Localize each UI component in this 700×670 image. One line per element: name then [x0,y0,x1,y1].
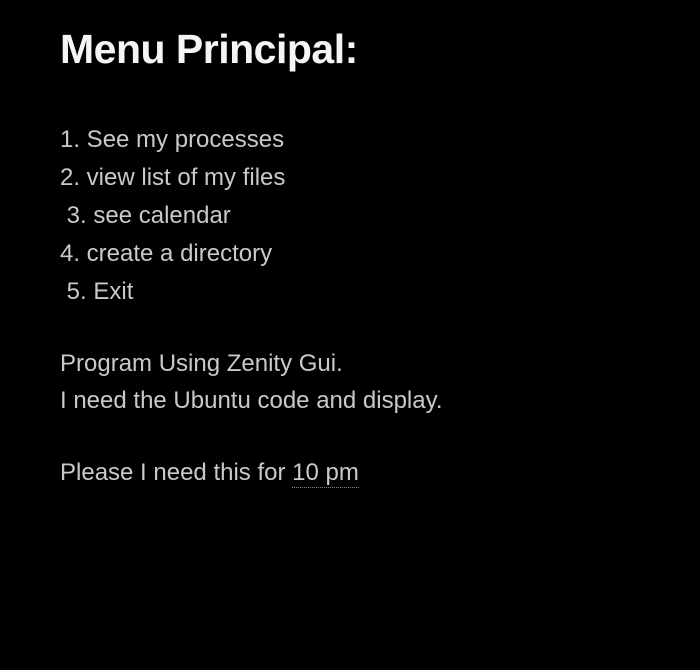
deadline-prefix: Please I need this for [60,459,292,486]
menu-item-1: 1. See my processes [60,121,640,159]
description-line-1: Program Using Zenity Gui. [60,345,640,383]
deadline-line: Please I need this for 10 pm [60,454,640,492]
menu-item-3: 3. see calendar [60,197,640,235]
menu-item-5: 5. Exit [60,273,640,311]
description-line-2: I need the Ubuntu code and display. [60,382,640,420]
deadline-time: 10 pm [292,459,359,488]
page-title: Menu Principal: [60,26,640,73]
menu-item-4: 4. create a directory [60,235,640,273]
menu-list: 1. See my processes 2. view list of my f… [60,121,640,311]
menu-item-2: 2. view list of my files [60,159,640,197]
description-paragraph: Program Using Zenity Gui. I need the Ubu… [60,345,640,421]
